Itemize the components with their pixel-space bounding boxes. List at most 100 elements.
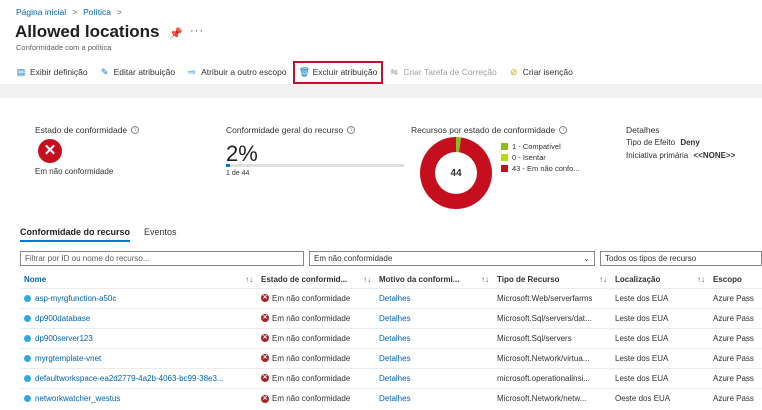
error-icon: ✕ <box>261 334 269 343</box>
search-placeholder: Filtrar por ID ou nome do recurso... <box>25 254 150 263</box>
resource-icon <box>24 395 31 403</box>
assign-other-scope-button[interactable]: ⇨ Atribuir a outro escopo <box>187 66 287 78</box>
compliance-state-text: Em não conformidade <box>272 373 351 383</box>
compliance-filter-value: Em não conformidade <box>314 254 393 263</box>
details-link[interactable]: Detalhes <box>379 394 411 403</box>
resource-name-link[interactable]: myrgtemplate-vnet <box>35 354 101 363</box>
edit-assignment-button[interactable]: ✎ Editar atribuição <box>100 67 175 78</box>
compliance-state-dropdown[interactable]: Em não conformidade ⌄ <box>309 251 595 266</box>
resource-icon <box>24 354 31 362</box>
effect-label: Tipo de Efeito <box>626 138 676 147</box>
assign-arrow-icon: ⇨ <box>188 66 196 77</box>
sort-icon[interactable]: ↑↓ <box>363 275 371 284</box>
table-row[interactable]: dp900server123 ✕ Em não conformidade Deta… <box>20 327 762 348</box>
column-header-label: Nome <box>24 275 47 285</box>
resource-name-cell[interactable]: asp-myrgfunction-a50c <box>20 287 257 308</box>
resource-name-cell[interactable]: defaultworkspace-ea2d2779-4a2b-4063-bc99… <box>20 367 257 388</box>
breadcrumb-home[interactable]: Página inicial <box>16 7 66 17</box>
resource-name-link[interactable]: asp-myrgfunction-a50c <box>35 294 116 303</box>
reason-cell[interactable]: Detalhes <box>375 327 493 348</box>
resource-name-link[interactable]: networkwatcher_westus <box>35 394 120 403</box>
table-row[interactable]: defaultworkspace-ea2d2779-4a2b-4063-bc99… <box>20 367 762 388</box>
resource-name-cell[interactable]: myrgtemplate-vnet <box>20 347 257 368</box>
resource-type-dropdown[interactable]: Todos os tipos de recurso <box>600 251 762 266</box>
delete-assignment-button[interactable]: 🗑 Excluir atribuição <box>292 60 384 84</box>
table-row[interactable]: networkwatcher_westus ✕ Em não conformida… <box>20 387 762 408</box>
table-row[interactable]: asp-myrgfunction-a50c ✕ Em não conformida… <box>20 287 762 308</box>
reason-cell[interactable]: Detalhes <box>375 307 493 328</box>
details-title: Detalhes <box>626 125 660 135</box>
details-link[interactable]: Detalhes <box>379 334 411 343</box>
more-icon[interactable]: ··· <box>190 25 204 37</box>
scope-cell: Azure Pass <box>709 307 762 328</box>
resource-name-link[interactable]: defaultworkspace-ea2d2779-4a2b-4063-bc99… <box>35 374 224 383</box>
type-filter-value: Todos os tipos de recurso <box>605 254 697 263</box>
reason-cell[interactable]: Detalhes <box>375 347 493 368</box>
reason-cell[interactable]: Detalhes <box>375 387 493 408</box>
error-icon: ✕ <box>261 294 269 303</box>
exemption-icon: ⊘ <box>509 66 518 77</box>
resources-by-state-title: Recursos por estado de conformidade <box>411 125 556 135</box>
details-link[interactable]: Detalhes <box>379 294 411 303</box>
view-definition-button[interactable]: ▤ Exibir definição <box>16 67 88 78</box>
column-header-state[interactable]: Estado de conformid... ↑↓ <box>257 272 375 288</box>
donut-legend: 1 - Compatível 0 - Isentar 43 - Em não c… <box>501 141 580 174</box>
column-header-scope[interactable]: Escopo <box>709 272 762 288</box>
resource-name-link[interactable]: dp900server123 <box>35 334 93 343</box>
location-cell: Leste dos EUA <box>611 327 709 348</box>
details-link[interactable]: Detalhes <box>379 374 411 383</box>
compliance-state-value: Em não conformidade <box>35 167 114 176</box>
resource-type-cell: microsoft.operationalinsi... <box>493 367 611 388</box>
location-cell: Leste dos EUA <box>611 367 709 388</box>
column-header-type[interactable]: Tipo de Recurso ↑↓ <box>493 272 611 288</box>
scope-cell: Azure Pass <box>709 327 762 348</box>
reason-cell[interactable]: Detalhes <box>375 287 493 308</box>
create-exemption-button[interactable]: ⊘ Criar isenção <box>509 67 573 78</box>
table-row[interactable]: dp900database ✕ Em não conformidade Detal… <box>20 307 762 328</box>
info-icon[interactable]: i <box>347 126 356 134</box>
compliance-state-cell: ✕ Em não conformidade <box>257 367 375 388</box>
pin-icon[interactable]: 📌 <box>169 27 183 40</box>
reason-cell[interactable]: Detalhes <box>375 367 493 388</box>
error-icon: ✕ <box>261 354 269 363</box>
resource-name-cell[interactable]: networkwatcher_westus <box>20 387 257 408</box>
compliance-state-heading: Estado de conformidade i <box>35 125 140 135</box>
overall-compliance-count: 1 de 44 <box>226 170 250 177</box>
compliance-donut-chart: 44 <box>420 137 492 209</box>
resource-search-input[interactable]: Filtrar por ID ou nome do recurso... <box>20 251 304 266</box>
chevron-down-icon: ⌄ <box>583 254 590 263</box>
pencil-icon: ✎ <box>100 66 109 77</box>
resource-type-cell: Microsoft.Web/serverfarms <box>493 287 611 308</box>
create-remediation-button[interactable]: ⇋ Criar Tarefa de Correção <box>389 67 497 78</box>
assign-other-scope-label: Atribuir a outro escopo <box>201 67 287 77</box>
create-remediation-label: Criar Tarefa de Correção <box>403 67 497 77</box>
divider-band <box>0 84 762 98</box>
breadcrumb-policy[interactable]: Política <box>83 7 111 17</box>
info-icon[interactable]: i <box>559 126 568 134</box>
column-header-reason[interactable]: Motivo da conformi... ↑↓ <box>375 272 493 288</box>
sort-icon[interactable]: ↑↓ <box>481 275 489 284</box>
resource-type-cell: Microsoft.Network/netw... <box>493 387 611 408</box>
legend-swatch <box>501 143 508 150</box>
resource-name-link[interactable]: dp900database <box>35 314 90 323</box>
tab-resource-compliance[interactable]: Conformidade do recurso <box>20 227 131 242</box>
column-header-name[interactable]: Nome ↑↓ <box>20 272 257 288</box>
resource-name-cell[interactable]: dp900server123 <box>20 327 257 348</box>
details-link[interactable]: Detalhes <box>379 354 411 363</box>
legend-item: 0 - Isentar <box>501 152 580 163</box>
tab-events[interactable]: Eventos <box>144 227 177 242</box>
location-cell: Leste dos EUA <box>611 307 709 328</box>
table-row[interactable]: myrgtemplate-vnet ✕ Em não conformidade D… <box>20 347 762 368</box>
resource-name-cell[interactable]: dp900database <box>20 307 257 328</box>
info-icon[interactable]: i <box>131 126 140 134</box>
details-link[interactable]: Detalhes <box>379 314 411 323</box>
sort-icon[interactable]: ↑↓ <box>697 275 705 284</box>
compliance-state-text: Em não conformidade <box>272 333 351 343</box>
initiative-value: <<NONE>> <box>693 151 736 160</box>
sort-icon[interactable]: ↑↓ <box>245 275 253 284</box>
resource-icon <box>24 334 31 342</box>
sort-icon[interactable]: ↑↓ <box>599 275 607 284</box>
column-header-location[interactable]: Localização ↑↓ <box>611 272 709 288</box>
legend-label: 0 - Isentar <box>512 153 546 162</box>
trash-icon: 🗑 <box>298 66 311 77</box>
